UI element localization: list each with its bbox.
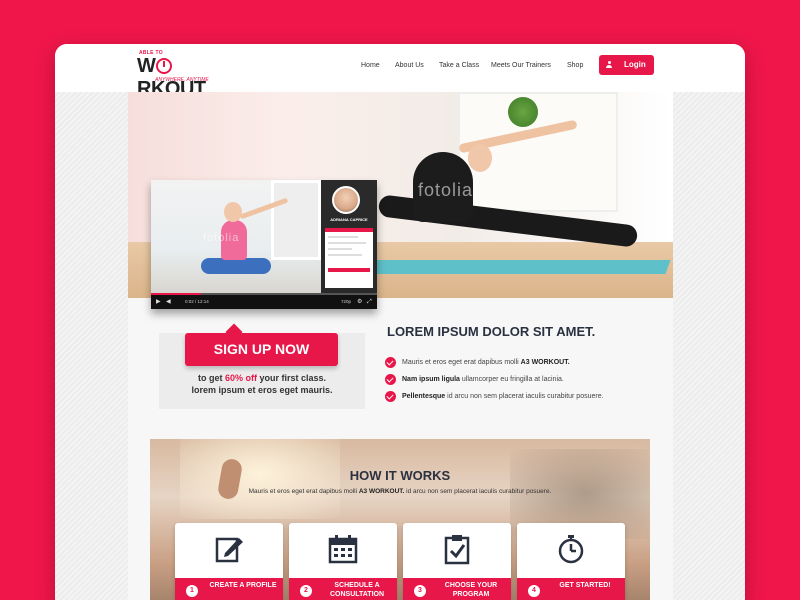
video-girl-legs [201,258,271,274]
step-label: CHOOSE YOUR PROGRAM [444,582,498,598]
hero-yoga-mat [365,260,671,274]
step-label: GET STARTED! [559,582,611,589]
clipboard-icon [444,535,470,565]
step-number: 3 [414,585,426,597]
nav-home[interactable]: Home [361,62,380,69]
nav-shop[interactable]: Shop [567,62,583,69]
video-controls: ▶ ◀ 0:02 / 12:14 720p ⚙ ⤢ [151,295,377,309]
video-time: 0:02 / 12:14 [185,299,209,304]
video-watermark: fotolia [203,232,240,244]
step-card-get-started[interactable]: 4 GET STARTED! [517,523,625,600]
signup-discount: 60% off [224,373,257,383]
browser-frame: ABLE TO WRKOUT ANYWHERE, ANYTIME Home Ab… [55,44,745,600]
step-card-schedule[interactable]: 2 SCHEDULE A CONSULTATION [289,523,397,600]
login-label: Login [624,60,646,69]
how-it-works-title: HOW IT WORKS [349,468,451,483]
video-frame[interactable]: fotolia [151,180,321,295]
stopwatch-icon [558,535,584,564]
login-button[interactable]: Login [599,55,654,75]
chat-input-bar[interactable] [328,268,370,272]
hero-plant [508,97,538,127]
site-logo[interactable]: ABLE TO WRKOUT ANYWHERE, ANYTIME [137,50,217,100]
check-icon [385,357,396,368]
sign-up-button[interactable]: SIGN UP NOW [185,333,338,366]
step-label: SCHEDULE A CONSULTATION [329,582,385,598]
signup-offer-text: to get 60% off your first class. lorem i… [191,373,333,395]
step-label: CREATE A PROFILE [209,582,277,589]
edit-icon [215,537,243,563]
site-header: ABLE TO WRKOUT ANYWHERE, ANYTIME Home Ab… [55,44,745,100]
hero-watermark: fotolia [418,180,474,200]
fullscreen-icon[interactable]: ⤢ [367,299,372,305]
settings-icon[interactable]: ⚙ [357,299,362,305]
step-number: 1 [186,585,198,597]
play-icon[interactable]: ▶ [156,299,161,305]
step-card-create-profile[interactable]: 1 CREATE A PROFILE [175,523,283,600]
how-it-works-section: HOW IT WORKS Mauris et eros eget erat da… [150,439,650,600]
user-icon [606,61,612,68]
video-girl-head [224,202,242,222]
instructor-avatar [332,186,360,214]
check-icon [385,391,396,402]
nav-meet-trainers[interactable]: Meets Our Trainers [491,62,551,69]
video-shelf [271,180,321,260]
volume-icon[interactable]: ◀ [166,299,171,305]
video-player[interactable]: fotolia ADRIANA CAPRICE ▶ ◀ 0:02 / 12:14… [151,180,377,309]
features-title: LOREM IPSUM DOLOR SIT AMET. [387,324,596,339]
how-it-works-subtitle: Mauris et eros eget erat dapibus molli A… [248,488,552,495]
video-chat-panel[interactable] [325,228,373,288]
calendar-icon [328,535,358,564]
logo-tagline: ANYWHERE, ANYTIME [155,77,209,83]
logo-stopwatch-icon [155,58,172,74]
video-quality[interactable]: 720p [341,299,351,304]
step-number: 2 [300,585,312,597]
check-icon [385,374,396,385]
step-number: 4 [528,585,540,597]
step-card-choose-program[interactable]: 3 CHOOSE YOUR PROGRAM [403,523,511,600]
instructor-name: ADRIANA CAPRICE [330,217,368,222]
nav-about-us[interactable]: About Us [395,62,424,69]
hero-woman-head [468,144,492,172]
nav-take-a-class[interactable]: Take a Class [439,62,479,69]
